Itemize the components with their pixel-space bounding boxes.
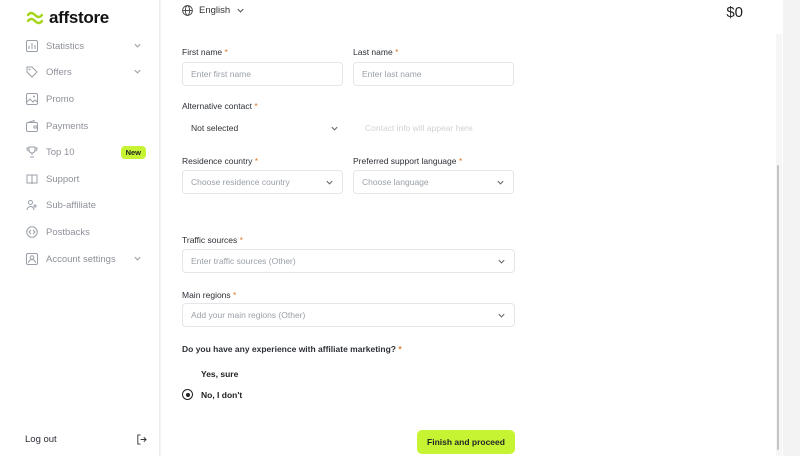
sidebar-item-sub-affiliate[interactable]: Sub-affiliate (26, 196, 146, 214)
support-language-label: Preferred support language * (353, 156, 463, 166)
new-badge: New (120, 145, 146, 159)
traffic-sources-label: Traffic sources * (182, 235, 243, 245)
experience-option-no[interactable]: No, I don't (182, 389, 242, 400)
users-icon (26, 200, 37, 211)
sidebar-item-label: Support (46, 173, 80, 185)
experience-option-yes[interactable]: Yes, sure (182, 368, 238, 379)
chevron-down-icon (237, 8, 244, 13)
chevron-down-icon (326, 180, 333, 185)
finish-and-proceed-button[interactable]: Finish and proceed (417, 430, 515, 454)
residence-country-label: Residence country * (182, 156, 259, 166)
radio-button-selected[interactable] (182, 389, 193, 400)
sidebar-item-label: Top 10 (46, 146, 75, 158)
alternative-contact-select[interactable]: Not selected (182, 116, 348, 140)
logo-mark-icon (27, 11, 43, 25)
sidebar-item-label: Sub-affiliate (46, 199, 96, 211)
code-icon (26, 226, 38, 238)
chevron-down-icon (134, 43, 141, 48)
wallet-icon (26, 120, 38, 132)
chevron-down-icon (497, 180, 504, 185)
chevron-down-icon (498, 259, 505, 264)
sidebar-item-statistics[interactable]: Statistics (26, 37, 146, 55)
chart-icon (26, 40, 38, 52)
tag-icon (26, 66, 38, 78)
profile-form: First name * Enter first name Last name … (161, 34, 783, 456)
chevron-down-icon (331, 126, 338, 131)
traffic-sources-select[interactable]: Enter traffic sources (Other) (182, 249, 515, 273)
sidebar-item-label: Account settings (46, 253, 116, 265)
sidebar-item-payments[interactable]: Payments (26, 117, 146, 135)
sidebar-item-label: Payments (46, 120, 89, 132)
main-regions-label: Main regions * (182, 290, 237, 300)
last-name-label: Last name * (353, 47, 399, 57)
logout-button[interactable]: Log out (25, 434, 147, 445)
scrollbar-thumb[interactable] (777, 165, 779, 450)
last-name-input[interactable]: Enter last name (353, 62, 514, 86)
image-icon (26, 93, 38, 105)
alternative-contact-label: Alternative contact * (182, 101, 258, 111)
sidebar-item-label: Postbacks (46, 226, 90, 238)
first-name-input[interactable]: Enter first name (182, 62, 343, 86)
residence-country-select[interactable]: Choose residence country (182, 170, 343, 194)
sidebar-item-label: Offers (46, 66, 72, 78)
brand-logo[interactable]: affstore (27, 8, 109, 28)
first-name-label: First name * (182, 47, 228, 57)
sidebar-item-label: Statistics (46, 40, 85, 52)
sidebar-item-account-settings[interactable]: Account settings (26, 250, 146, 268)
logout-icon (137, 434, 147, 445)
sidebar-item-label: Promo (46, 93, 74, 105)
top-bar: English $0 (161, 0, 783, 34)
main-regions-select[interactable]: Add your main regions (Other) (182, 303, 515, 327)
logout-label: Log out (25, 434, 57, 445)
sidebar-item-support[interactable]: Support (26, 170, 146, 188)
radio-button[interactable] (182, 368, 193, 379)
trophy-icon (26, 146, 38, 158)
sidebar-item-promo[interactable]: Promo (26, 90, 146, 108)
sidebar-item-offers[interactable]: Offers (26, 63, 146, 81)
experience-question: Do you have any experience with affiliat… (182, 344, 402, 354)
language-label: English (199, 5, 231, 16)
chevron-down-icon (498, 313, 505, 318)
book-icon (26, 174, 38, 185)
brand-name: affstore (49, 8, 109, 27)
chevron-down-icon (134, 256, 141, 261)
sidebar: affstore Statistics Offers Promo Payment… (0, 0, 160, 456)
globe-icon (182, 5, 193, 16)
chevron-down-icon (134, 69, 141, 74)
sidebar-item-postbacks[interactable]: Postbacks (26, 223, 146, 241)
sidebar-item-top-10[interactable]: Top 10 New (26, 143, 146, 161)
balance-display: $0 (726, 4, 743, 21)
support-language-select[interactable]: Choose language (353, 170, 514, 194)
language-selector[interactable]: English (182, 5, 245, 16)
contact-info-hint: Contact info will appear here (365, 123, 473, 133)
account-icon (26, 253, 38, 265)
